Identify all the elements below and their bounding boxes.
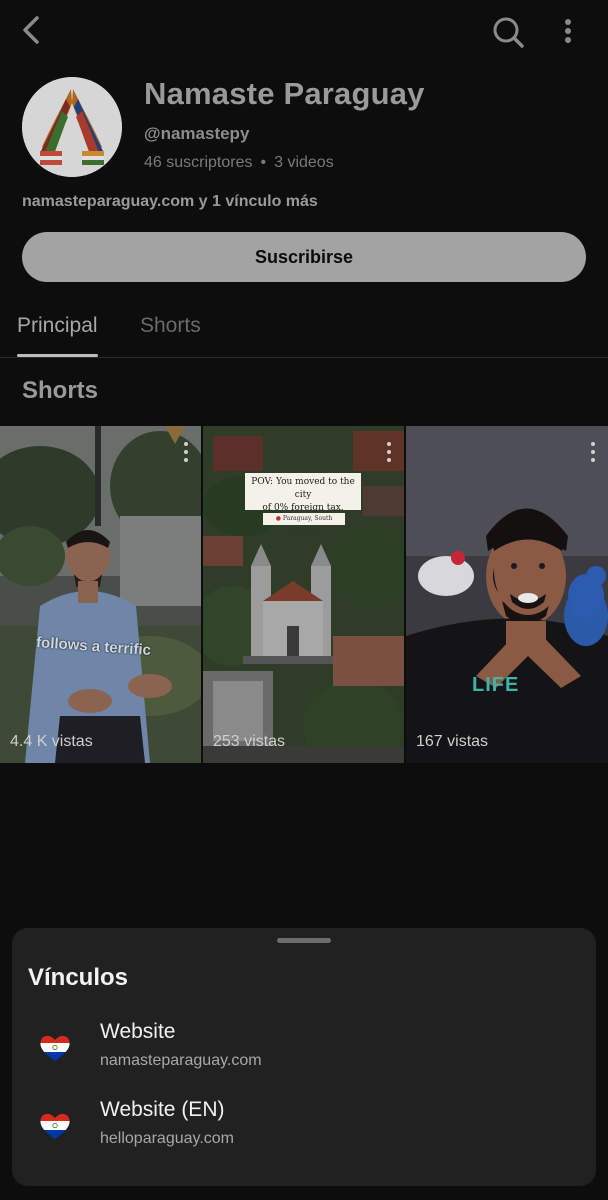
short-menu-icon[interactable] — [179, 440, 193, 464]
paraguay-heart-flag-icon — [40, 1113, 70, 1139]
short-location-tag-2: ● Paraguay, South America — [263, 513, 345, 534]
video-count: 3 videos — [274, 154, 334, 171]
separator-dot: • — [260, 154, 267, 171]
short-card-3[interactable]: LIFE 167 vistas — [406, 426, 608, 763]
sheet-title: Vínculos — [28, 964, 129, 991]
short-overlay-text-3: LIFE — [472, 674, 520, 696]
top-bar — [0, 0, 608, 62]
channel-stats: 46 suscriptores • 3 videos — [144, 154, 334, 172]
tab-shorts[interactable]: Shorts — [140, 314, 201, 338]
short-caption-line-1: POV: You moved to the city — [251, 477, 355, 500]
sheet-drag-handle[interactable] — [277, 938, 331, 943]
paraguay-heart-flag-icon — [40, 1035, 70, 1061]
channel-name: Namaste Paraguay — [144, 76, 425, 111]
short-thumbnail-3 — [406, 426, 608, 763]
link-label: Website — [100, 1020, 176, 1043]
links-bottom-sheet: Vínculos Website namasteparaguay.com Web… — [12, 928, 596, 1186]
subscriber-count: 46 suscriptores — [144, 154, 253, 171]
link-label: Website (EN) — [100, 1098, 225, 1121]
short-views-2: 253 vistas — [213, 733, 286, 750]
short-card-2[interactable]: POV: You moved to the city of 0% foreign… — [203, 426, 404, 763]
short-caption-box-2: POV: You moved to the city of 0% foreign… — [245, 473, 361, 513]
link-url: namasteparaguay.com — [100, 1052, 262, 1069]
link-row-website[interactable]: Website namasteparaguay.com — [12, 1020, 596, 1092]
location-pin-icon: ● — [275, 515, 281, 522]
back-arrow-icon[interactable] — [14, 12, 50, 48]
tab-principal[interactable]: Principal — [17, 314, 98, 357]
channel-links[interactable]: namasteparaguay.com y 1 vínculo más — [22, 193, 318, 211]
search-icon[interactable] — [488, 12, 528, 52]
channel-tabs: Principal Shorts — [0, 300, 608, 358]
short-views-1: 4.4 K vistas — [10, 733, 93, 750]
short-thumbnail-1 — [0, 426, 201, 763]
namaste-hands-logo — [22, 77, 122, 177]
short-card-1[interactable]: follows a terrific 4.4 K vistas — [0, 426, 201, 763]
link-row-website-en[interactable]: Website (EN) helloparaguay.com — [12, 1098, 596, 1170]
channel-handle: @namastepy — [144, 124, 250, 143]
section-title-shorts: Shorts — [22, 377, 99, 404]
shorts-grid: follows a terrific 4.4 K vistas POV: You… — [0, 426, 608, 763]
channel-avatar[interactable] — [22, 77, 122, 177]
subscribe-button[interactable]: Suscribirse — [22, 232, 586, 282]
short-menu-icon[interactable] — [382, 440, 396, 464]
short-menu-icon[interactable] — [586, 440, 600, 464]
short-views-3: 167 vistas — [416, 733, 489, 750]
link-url: helloparaguay.com — [100, 1130, 235, 1147]
more-options-icon[interactable] — [552, 12, 584, 52]
